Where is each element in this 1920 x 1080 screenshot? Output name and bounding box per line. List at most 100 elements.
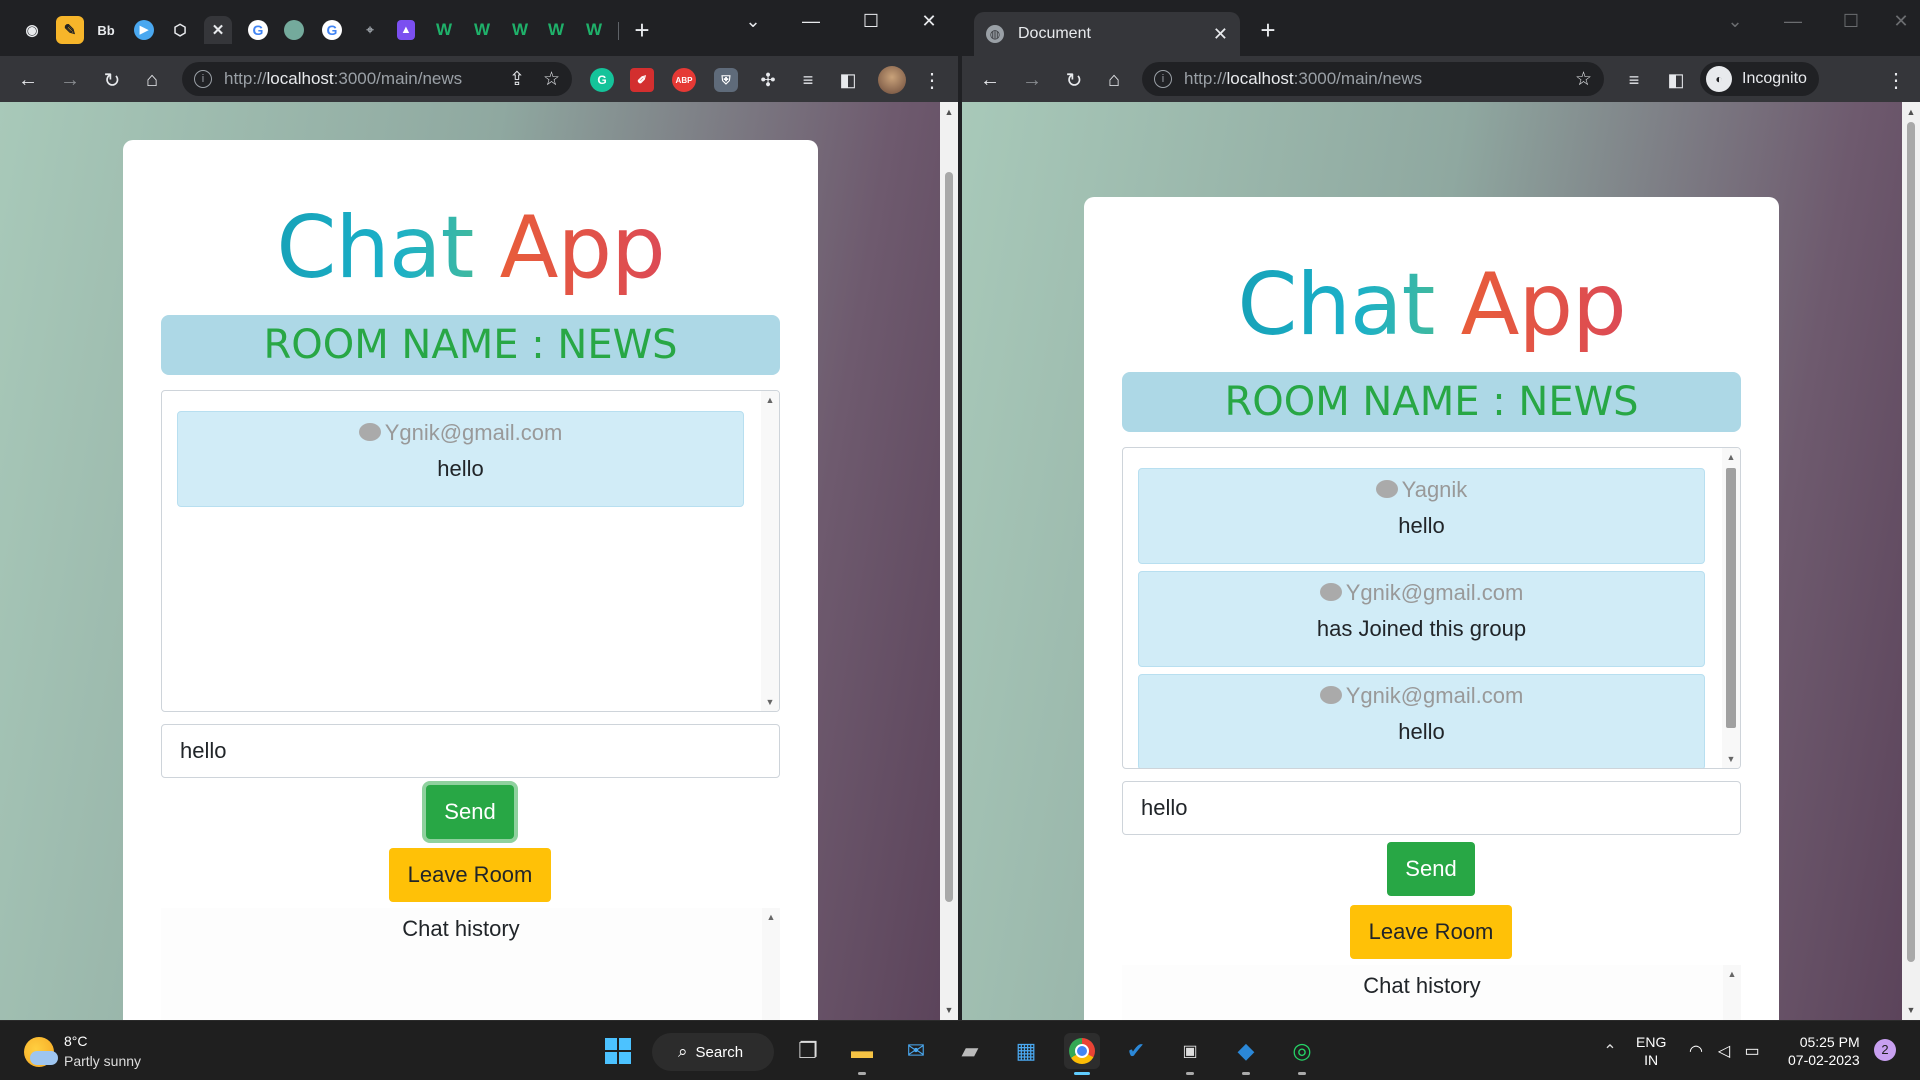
home-icon[interactable]: ⌂ [1100,66,1128,94]
message-list-scrollbar[interactable]: ▲ ▼ [761,391,779,711]
incognito-indicator[interactable]: ◐ Incognito [1700,62,1819,96]
message-list-scrollbar[interactable]: ▲ ▼ [1722,448,1740,768]
grammarly-extension-icon[interactable]: G [590,68,614,92]
new-tab-button[interactable]: + [1254,15,1282,45]
w-tab-icon[interactable]: W [506,16,534,44]
reload-icon[interactable]: ↻ [1060,66,1088,94]
bb-tab-icon[interactable]: Bb [92,16,120,44]
side-panel-icon[interactable]: ◧ [1662,66,1690,94]
store-icon[interactable]: ▦ [1008,1033,1044,1069]
forward-arrow-icon[interactable]: → [56,66,84,94]
google-tab-icon[interactable]: G [318,16,346,44]
close-tab-icon[interactable]: ✕ [204,16,232,44]
scroll-up-arrow-icon[interactable]: ▲ [1723,969,1741,979]
scrollbar-thumb[interactable] [945,172,953,902]
codepen-tab-icon[interactable]: ⬡ [166,16,194,44]
play-tab-icon[interactable]: ▶ [130,16,158,44]
vscode-icon[interactable]: ◆ [1228,1033,1264,1075]
volume-muted-icon[interactable]: ◁ [1710,1033,1738,1069]
tab-document[interactable]: ◍ Document ✕ [974,12,1240,56]
home-icon[interactable]: ⌂ [138,66,166,94]
scroll-up-arrow-icon[interactable]: ▲ [761,395,779,405]
media-control-icon[interactable]: ≡ [1620,66,1648,94]
share-icon[interactable]: ⇪ [509,68,525,91]
chevron-up-icon[interactable]: ⌃ [1592,1033,1628,1069]
language-indicator[interactable]: ENG IN [1636,1033,1666,1069]
drive-icon[interactable]: ▰ [952,1033,988,1069]
chrome-icon[interactable] [1064,1033,1100,1075]
w-tab-icon[interactable]: W [430,16,458,44]
scroll-up-arrow-icon[interactable]: ▲ [940,104,958,120]
page-scrollbar[interactable]: ▲ ▼ [940,102,958,1020]
notes-tab-icon[interactable]: ✎ [56,16,84,44]
adblock-extension-icon[interactable]: ABP [672,68,696,92]
scroll-down-arrow-icon[interactable]: ▼ [761,697,779,707]
figma-tab-icon[interactable]: ▲ [392,16,420,44]
close-window-button[interactable]: ✕ [1880,8,1920,34]
menu-kebab-icon[interactable]: ⋮ [1882,66,1910,94]
message-input[interactable]: hello [1122,781,1741,835]
system-clock[interactable]: 05:25 PM 07-02-2023 [1788,1033,1860,1069]
send-button[interactable]: Send [426,785,514,839]
message-list[interactable]: Yagnik hello Ygnik@gmail.com has Joined … [1122,447,1741,769]
mail-icon[interactable]: ✉ [898,1033,934,1069]
history-scrollbar[interactable]: ▲ [1723,965,1741,1020]
back-arrow-icon[interactable]: ← [14,66,42,94]
scrollbar-thumb[interactable] [1726,468,1736,728]
scroll-down-arrow-icon[interactable]: ▼ [1722,754,1740,764]
side-panel-icon[interactable]: ◧ [834,66,862,94]
address-bar[interactable]: i http://localhost:3000/main/news ☆ [1142,62,1604,96]
notification-badge[interactable]: 2 [1874,1039,1896,1061]
close-window-button[interactable]: ✕ [908,8,950,34]
page-scrollbar[interactable]: ▲ ▼ [1902,102,1920,1020]
scroll-down-arrow-icon[interactable]: ▼ [1902,1002,1920,1018]
tab-close-icon[interactable]: ✕ [1213,24,1228,45]
bookmark-star-icon[interactable]: ☆ [1575,68,1592,91]
send-button[interactable]: Send [1387,842,1475,896]
scroll-up-arrow-icon[interactable]: ▲ [1902,104,1920,120]
profile-avatar[interactable] [878,66,906,94]
scroll-down-arrow-icon[interactable]: ▼ [940,1002,958,1018]
media-control-icon[interactable]: ≡ [794,66,822,94]
message-list[interactable]: Ygnik@gmail.com hello ▲ ▼ [161,390,780,712]
maximize-button[interactable]: ☐ [1830,8,1872,34]
minimize-button[interactable]: — [790,8,832,34]
color-picker-extension-icon[interactable]: ✐ [630,68,654,92]
github-tab-icon[interactable]: ◉ [18,16,46,44]
bookmark-star-icon[interactable]: ☆ [543,68,560,91]
start-button[interactable] [600,1033,636,1069]
scroll-up-arrow-icon[interactable]: ▲ [762,912,780,922]
google-tab-icon[interactable]: G [244,16,272,44]
reload-icon[interactable]: ↻ [98,66,126,94]
leave-room-button[interactable]: Leave Room [1350,905,1512,959]
cursor-tab-icon[interactable]: ⌖ [356,16,384,44]
terminal-icon[interactable]: ▣ [1172,1033,1208,1075]
shield-extension-icon[interactable]: ⛨ [714,68,738,92]
battery-icon[interactable]: ▭ [1738,1033,1766,1069]
forward-arrow-icon[interactable]: → [1018,66,1046,94]
w-tab-icon[interactable]: W [542,16,570,44]
maximize-button[interactable]: ☐ [850,8,892,34]
leave-room-button[interactable]: Leave Room [389,848,551,902]
back-arrow-icon[interactable]: ← [976,66,1004,94]
tab-search-icon[interactable]: ⌄ [1714,8,1756,34]
scrollbar-thumb[interactable] [1907,122,1915,962]
todo-check-icon[interactable]: ✔ [1118,1033,1154,1069]
task-view-icon[interactable]: ❐ [790,1033,826,1069]
w-tab-icon[interactable]: W [468,16,496,44]
chatgpt-tab-icon[interactable] [280,16,308,44]
taskbar-search[interactable]: ⌕ Search [652,1033,774,1071]
tab-search-icon[interactable]: ⌄ [732,8,774,34]
address-bar[interactable]: i http://localhost:3000/main/news ⇪ ☆ [182,62,572,96]
message-input[interactable]: hello [161,724,780,778]
whatsapp-icon[interactable]: ◎ [1284,1033,1320,1075]
site-info-icon[interactable]: i [194,70,212,88]
history-scrollbar[interactable]: ▲ [762,908,780,1020]
scroll-up-arrow-icon[interactable]: ▲ [1722,452,1740,462]
file-explorer-icon[interactable]: ▬ [844,1033,880,1075]
menu-kebab-icon[interactable]: ⋮ [918,66,946,94]
wifi-icon[interactable]: ◠ [1682,1033,1710,1069]
new-tab-button[interactable]: + [628,15,656,45]
w-tab-icon[interactable]: W [580,16,608,44]
minimize-button[interactable]: — [1772,8,1814,34]
